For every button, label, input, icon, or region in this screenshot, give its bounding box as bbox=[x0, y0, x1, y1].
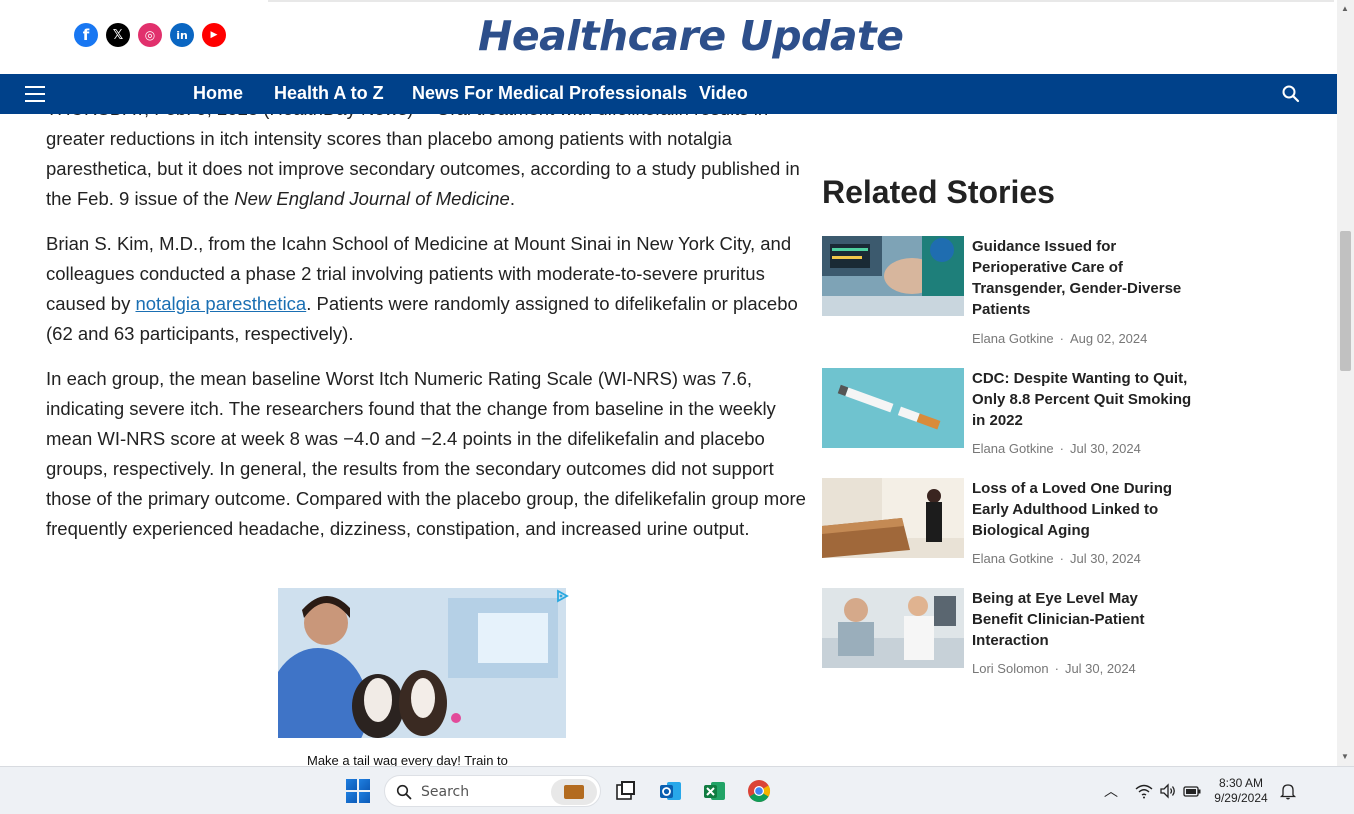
story-date: Jul 30, 2024 bbox=[1070, 551, 1141, 566]
story-thumbnail[interactable] bbox=[822, 588, 964, 668]
volume-icon[interactable] bbox=[1158, 781, 1178, 801]
article-paragraph: Brian S. Kim, M.D., from the Icahn Schoo… bbox=[46, 229, 806, 349]
article-lead: THURSDAY, Feb. 9, 2023 (HealthDay News) … bbox=[46, 98, 749, 119]
scroll-up-arrow-icon[interactable]: ▲ bbox=[1341, 4, 1349, 13]
facebook-icon[interactable]: f bbox=[74, 23, 98, 47]
battery-icon[interactable] bbox=[1182, 781, 1202, 801]
story-headline[interactable]: Loss of a Loved One During Early Adultho… bbox=[972, 478, 1192, 541]
story-meta: Elana Gotkine · Aug 02, 2024 bbox=[972, 331, 1148, 346]
scroll-down-arrow-icon[interactable]: ▼ bbox=[1341, 752, 1349, 761]
related-story[interactable]: Loss of a Loved One During Early Adultho… bbox=[822, 478, 1202, 578]
ad-choices-icon[interactable] bbox=[555, 589, 569, 603]
briefcase-icon bbox=[551, 779, 597, 805]
outlook-icon[interactable] bbox=[659, 779, 683, 803]
header-divider bbox=[268, 0, 1334, 2]
menu-icon[interactable] bbox=[25, 86, 45, 102]
related-story[interactable]: CDC: Despite Wanting to Quit, Only 8.8 P… bbox=[822, 368, 1202, 468]
search-icon[interactable] bbox=[1281, 84, 1301, 104]
instagram-icon[interactable]: ◎ bbox=[138, 23, 162, 47]
story-date: Jul 30, 2024 bbox=[1070, 441, 1141, 456]
journal-name: New England Journal of Medicine bbox=[234, 188, 510, 209]
story-date: Aug 02, 2024 bbox=[1070, 331, 1148, 346]
search-icon bbox=[396, 784, 412, 800]
clock-date: 9/29/2024 bbox=[1214, 791, 1268, 805]
x-icon[interactable]: 𝕏 bbox=[106, 23, 130, 47]
linkedin-icon[interactable]: in bbox=[170, 23, 194, 47]
youtube-icon[interactable]: ▶ bbox=[202, 23, 226, 47]
story-meta: Elana Gotkine · Jul 30, 2024 bbox=[972, 441, 1141, 456]
story-headline[interactable]: Guidance Issued for Perioperative Care o… bbox=[972, 236, 1192, 320]
related-story[interactable]: Being at Eye Level May Benefit Clinician… bbox=[822, 588, 1202, 688]
excel-icon[interactable] bbox=[703, 779, 727, 803]
chrome-icon[interactable] bbox=[747, 779, 771, 803]
story-date: Jul 30, 2024 bbox=[1064, 661, 1136, 676]
clock-time: 8:30 AM bbox=[1218, 776, 1264, 790]
taskbar-search[interactable]: Search bbox=[384, 775, 601, 807]
start-button[interactable] bbox=[346, 779, 370, 803]
story-meta: Lori Solomon · Jul 30, 2024 bbox=[972, 661, 1136, 676]
related-story[interactable]: Guidance Issued for Perioperative Care o… bbox=[822, 236, 1202, 346]
related-stories-title: Related Stories bbox=[822, 174, 1055, 210]
notification-bell-icon[interactable] bbox=[1279, 782, 1297, 800]
story-author[interactable]: Elana Gotkine bbox=[972, 331, 1054, 346]
story-author[interactable]: Elana Gotkine bbox=[972, 551, 1054, 566]
story-meta: Elana Gotkine · Jul 30, 2024 bbox=[972, 551, 1141, 566]
site-header: f 𝕏 ◎ in ▶ Healthcare Update bbox=[0, 0, 1337, 74]
story-author[interactable]: Lori Solomon bbox=[972, 661, 1049, 676]
ad-image[interactable] bbox=[278, 588, 566, 738]
wifi-icon[interactable] bbox=[1134, 781, 1154, 801]
article-text: . bbox=[509, 188, 515, 209]
story-thumbnail[interactable] bbox=[822, 478, 964, 558]
site-title[interactable]: Healthcare Update bbox=[478, 12, 904, 60]
story-author[interactable]: Elana Gotkine bbox=[972, 441, 1054, 456]
social-links: f 𝕏 ◎ in ▶ bbox=[74, 23, 226, 47]
story-headline[interactable]: CDC: Despite Wanting to Quit, Only 8.8 P… bbox=[972, 368, 1192, 431]
chevron-up-icon[interactable]: ︿ bbox=[1104, 781, 1118, 801]
task-view-icon[interactable] bbox=[614, 779, 638, 803]
page-scrollbar[interactable] bbox=[1337, 0, 1354, 766]
article-paragraph: In each group, the mean baseline Worst I… bbox=[46, 368, 806, 539]
scrollbar-thumb[interactable] bbox=[1340, 231, 1351, 371]
system-clock[interactable]: 8:30 AM 9/29/2024 bbox=[1206, 776, 1276, 806]
windows-taskbar: Search ︿ 8:30 AM 9/29/2024 bbox=[0, 766, 1354, 814]
article-paragraph: THURSDAY, Feb. 9, 2023 (HealthDay News) … bbox=[46, 98, 806, 214]
story-thumbnail[interactable] bbox=[822, 368, 964, 448]
taskbar-search-label: Search bbox=[421, 784, 470, 800]
notalgia-link[interactable]: notalgia paresthetica bbox=[135, 293, 306, 314]
article-body: THURSDAY, Feb. 9, 2023 (HealthDay News) … bbox=[46, 94, 806, 559]
story-thumbnail[interactable] bbox=[822, 236, 964, 316]
story-headline[interactable]: Being at Eye Level May Benefit Clinician… bbox=[972, 588, 1192, 651]
